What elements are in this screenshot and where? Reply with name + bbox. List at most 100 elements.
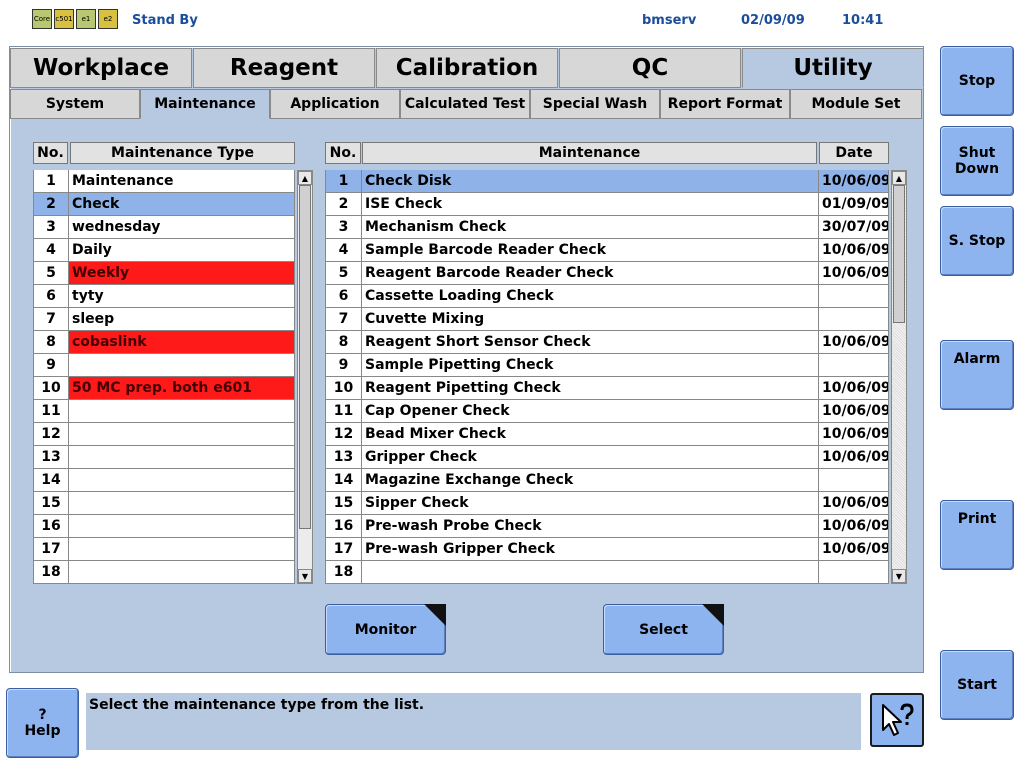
maintenance-type-name <box>69 446 295 469</box>
row-number: 7 <box>33 308 69 331</box>
maintenance-name: Mechanism Check <box>362 216 819 239</box>
table-row[interactable]: 12 <box>33 423 295 446</box>
maintenance-date: 30/07/09 <box>819 216 889 239</box>
tab-reagent[interactable]: Reagent <box>193 48 375 88</box>
shutdown-button[interactable]: Shut Down <box>940 126 1014 196</box>
system-date: 02/09/09 <box>741 13 805 28</box>
scroll-up-icon[interactable]: ▲ <box>892 171 906 185</box>
table-row[interactable]: 3 wednesday <box>33 216 295 239</box>
maintenance-type-name: Maintenance <box>69 170 295 193</box>
table-row[interactable]: 18 <box>325 561 889 584</box>
maintenance-date: 10/06/09 <box>819 423 889 446</box>
table-row[interactable]: 8 cobaslink <box>33 331 295 354</box>
table-row[interactable]: 10 Reagent Pipetting Check 10/06/09 <box>325 377 889 400</box>
table-row[interactable]: 14 Magazine Exchange Check <box>325 469 889 492</box>
maintenance-date: 01/09/09 <box>819 193 889 216</box>
row-number: 18 <box>33 561 69 584</box>
table-row[interactable]: 9 Sample Pipetting Check <box>325 354 889 377</box>
maintenance-type-name <box>69 492 295 515</box>
scroll-thumb[interactable] <box>893 185 905 323</box>
pointer-question-icon[interactable] <box>870 693 924 747</box>
row-number: 3 <box>325 216 362 239</box>
table-row[interactable]: 12 Bead Mixer Check 10/06/09 <box>325 423 889 446</box>
table-row[interactable]: 6 tyty <box>33 285 295 308</box>
row-number: 15 <box>33 492 69 515</box>
table-row[interactable]: 14 <box>33 469 295 492</box>
help-button[interactable]: ? Help <box>6 688 79 758</box>
start-button[interactable]: Start <box>940 650 1014 720</box>
table-row[interactable]: 2 Check <box>33 193 295 216</box>
table-row[interactable]: 2 ISE Check 01/09/09 <box>325 193 889 216</box>
maintenance-date: 10/06/09 <box>819 515 889 538</box>
row-number: 5 <box>325 262 362 285</box>
print-button[interactable]: Print <box>940 500 1014 570</box>
table-row[interactable]: 1 Check Disk 10/06/09 <box>325 170 889 193</box>
table-row[interactable]: 11 Cap Opener Check 10/06/09 <box>325 400 889 423</box>
subtab-special-wash[interactable]: Special Wash <box>530 89 660 119</box>
table-row[interactable]: 4 Sample Barcode Reader Check 10/06/09 <box>325 239 889 262</box>
maintenance-name: Sample Pipetting Check <box>362 354 819 377</box>
table-row[interactable]: 16 <box>33 515 295 538</box>
stop-button[interactable]: Stop <box>940 46 1014 116</box>
alarm-button[interactable]: Alarm <box>940 340 1014 410</box>
scroll-down-icon[interactable]: ▼ <box>298 569 312 583</box>
table-row[interactable]: 1 Maintenance <box>33 170 295 193</box>
scroll-up-icon[interactable]: ▲ <box>298 171 312 185</box>
subtab-system[interactable]: System <box>10 89 140 119</box>
table-row[interactable]: 5 Reagent Barcode Reader Check 10/06/09 <box>325 262 889 285</box>
table-row[interactable]: 17 <box>33 538 295 561</box>
subtab-application[interactable]: Application <box>270 89 400 119</box>
table-row[interactable]: 13 Gripper Check 10/06/09 <box>325 446 889 469</box>
row-number: 4 <box>33 239 69 262</box>
table-row[interactable]: 7 Cuvette Mixing <box>325 308 889 331</box>
row-number: 4 <box>325 239 362 262</box>
row-number: 8 <box>325 331 362 354</box>
table-row[interactable]: 10 50 MC prep. both e601 <box>33 377 295 400</box>
table-row[interactable]: 9 <box>33 354 295 377</box>
table-row[interactable]: 11 <box>33 400 295 423</box>
table-row[interactable]: 15 Sipper Check 10/06/09 <box>325 492 889 515</box>
maintenance-name: Sipper Check <box>362 492 819 515</box>
row-number: 3 <box>33 216 69 239</box>
maintenance-type-scrollbar[interactable]: ▲ ▼ <box>297 170 313 584</box>
module-core: Core <box>32 9 52 29</box>
subtab-maintenance[interactable]: Maintenance <box>140 89 270 119</box>
table-row[interactable]: 5 Weekly <box>33 262 295 285</box>
tab-utility[interactable]: Utility <box>742 48 924 88</box>
table-row[interactable]: 4 Daily <box>33 239 295 262</box>
table-row[interactable]: 15 <box>33 492 295 515</box>
table-row[interactable]: 18 <box>33 561 295 584</box>
maintenance-date <box>819 561 889 584</box>
scroll-thumb[interactable] <box>299 185 311 529</box>
col-header-maintenance-type: Maintenance Type <box>70 142 295 164</box>
scroll-down-icon[interactable]: ▼ <box>892 569 906 583</box>
select-button[interactable]: Select <box>603 604 724 655</box>
table-row[interactable]: 3 Mechanism Check 30/07/09 <box>325 216 889 239</box>
table-row[interactable]: 8 Reagent Short Sensor Check 10/06/09 <box>325 331 889 354</box>
maintenance-type-name: Weekly <box>69 262 295 285</box>
row-number: 15 <box>325 492 362 515</box>
maintenance-date: 10/06/09 <box>819 170 889 193</box>
subtab-module-set[interactable]: Module Set <box>790 89 922 119</box>
monitor-button[interactable]: Monitor <box>325 604 446 655</box>
maintenance-scrollbar[interactable]: ▲ ▼ <box>891 170 907 584</box>
maintenance-name: Pre-wash Probe Check <box>362 515 819 538</box>
maintenance-type-name <box>69 538 295 561</box>
table-row[interactable]: 16 Pre-wash Probe Check 10/06/09 <box>325 515 889 538</box>
row-number: 10 <box>325 377 362 400</box>
module-e2: e2 <box>98 9 118 29</box>
table-row[interactable]: 7 sleep <box>33 308 295 331</box>
subtab-calculated-test[interactable]: Calculated Test <box>400 89 530 119</box>
s-stop-button[interactable]: S. Stop <box>940 206 1014 276</box>
tab-workplace[interactable]: Workplace <box>10 48 192 88</box>
table-row[interactable]: 17 Pre-wash Gripper Check 10/06/09 <box>325 538 889 561</box>
tab-qc[interactable]: QC <box>559 48 741 88</box>
table-row[interactable]: 13 <box>33 446 295 469</box>
tab-calibration[interactable]: Calibration <box>376 48 558 88</box>
subtab-report-format[interactable]: Report Format <box>660 89 790 119</box>
row-number: 17 <box>33 538 69 561</box>
row-number: 1 <box>325 170 362 193</box>
row-number: 2 <box>325 193 362 216</box>
maintenance-date: 10/06/09 <box>819 377 889 400</box>
table-row[interactable]: 6 Cassette Loading Check <box>325 285 889 308</box>
